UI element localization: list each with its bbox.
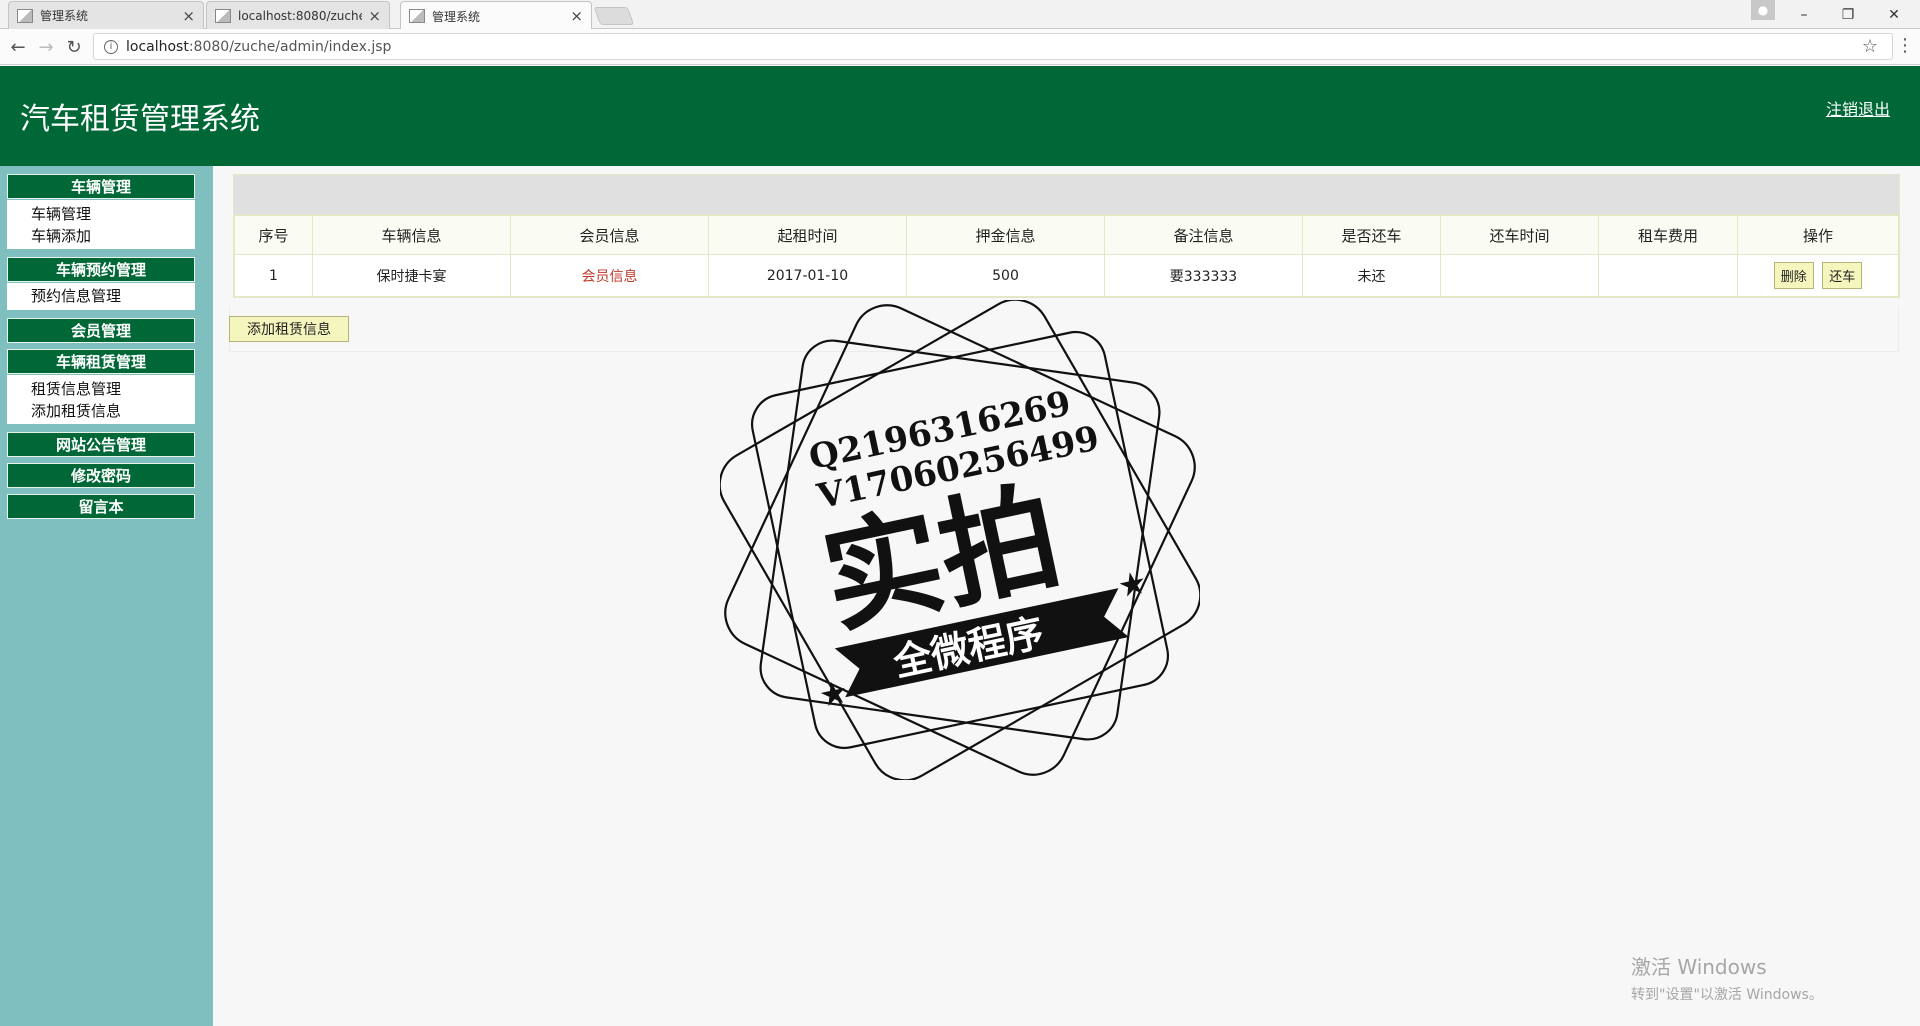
- cell-car: 保时捷卡宴: [312, 254, 511, 297]
- sidebar-section-rental[interactable]: 车辆租赁管理: [7, 349, 195, 374]
- rental-table: 序号 车辆信息 会员信息 起租时间 押金信息 备注信息 是否还车 还车时间 租车…: [234, 215, 1899, 297]
- page-icon: [215, 8, 231, 23]
- sidebar-item-rental-add[interactable]: 添加租赁信息: [7, 400, 195, 422]
- rental-table-panel: 序号 车辆信息 会员信息 起租时间 押金信息 备注信息 是否还车 还车时间 租车…: [233, 174, 1900, 298]
- column-header: 序号: [234, 215, 313, 255]
- column-header: 租车费用: [1598, 215, 1738, 255]
- browser-menu-icon[interactable]: ⋮: [1896, 35, 1914, 56]
- app-title: 汽车租赁管理系统: [20, 102, 260, 137]
- column-header: 起租时间: [708, 215, 907, 255]
- column-header: 操作: [1737, 215, 1899, 255]
- page-icon: [409, 9, 425, 23]
- browser-tab-2[interactable]: localhost:8080/zuche/ ×: [206, 1, 390, 29]
- sidebar-section-password[interactable]: 修改密码: [7, 463, 195, 488]
- table-title-bar: [234, 175, 1899, 215]
- member-info-link[interactable]: 会员信息: [582, 269, 638, 285]
- url-input[interactable]: i localhost :8080/zuche/admin/index.jsp …: [93, 33, 1893, 60]
- sidebar-section-reservation[interactable]: 车辆预约管理: [7, 257, 195, 282]
- bookmark-star-icon[interactable]: ☆: [1862, 36, 1878, 57]
- sidebar-section-body: 预约信息管理: [7, 283, 195, 310]
- app-header: 汽车租赁管理系统 注销退出: [0, 66, 1920, 166]
- cell-fee: [1598, 254, 1738, 297]
- page-icon: [17, 8, 33, 23]
- sidebar-item-rental-manage[interactable]: 租赁信息管理: [7, 378, 195, 400]
- table-header-row: 序号 车辆信息 会员信息 起租时间 押金信息 备注信息 是否还车 还车时间 租车…: [234, 215, 1899, 255]
- sidebar-section-body: 租赁信息管理 添加租赁信息: [7, 375, 195, 424]
- windows-activation-watermark: 激活 Windows 转到"设置"以激活 Windows。: [1631, 951, 1823, 1004]
- cell-remark: 要333333: [1104, 254, 1303, 297]
- sidebar-item-vehicle-manage[interactable]: 车辆管理: [7, 203, 195, 225]
- watermark-line-2: 转到"设置"以激活 Windows。: [1631, 987, 1823, 1003]
- restore-icon[interactable]: ❐: [1826, 0, 1870, 29]
- column-header: 车辆信息: [312, 215, 511, 255]
- sidebar-section-members[interactable]: 会员管理: [7, 318, 195, 343]
- address-bar-row: ← → ↻ i localhost :8080/zuche/admin/inde…: [0, 29, 1920, 65]
- cell-return-time: [1440, 254, 1599, 297]
- cell-member: 会员信息: [510, 254, 709, 297]
- cell-start-time: 2017-01-10: [708, 254, 907, 297]
- cell-index: 1: [234, 254, 313, 297]
- table-row: 1 保时捷卡宴 会员信息 2017-01-10 500 要333333 未还 删…: [234, 254, 1899, 297]
- user-profile-icon[interactable]: ●: [1751, 0, 1775, 20]
- add-rental-button[interactable]: 添加租赁信息: [229, 316, 349, 342]
- tab-close-icon[interactable]: ×: [570, 7, 583, 25]
- tab-close-icon[interactable]: ×: [368, 7, 381, 25]
- cell-returned: 未还: [1302, 254, 1441, 297]
- browser-tab-bar: 管理系统 × localhost:8080/zuche/ × 管理系统 × ● …: [0, 0, 1920, 30]
- watermark-line-1: 激活 Windows: [1631, 955, 1767, 979]
- tab-label: 管理系统: [432, 9, 481, 24]
- minimize-icon[interactable]: –: [1782, 0, 1826, 29]
- sidebar-item-vehicle-add[interactable]: 车辆添加: [7, 225, 195, 247]
- browser-tab-1[interactable]: 管理系统 ×: [8, 1, 204, 29]
- tab-label: localhost:8080/zuche/: [238, 8, 363, 23]
- column-header: 备注信息: [1104, 215, 1303, 255]
- star-icon: ★: [1114, 563, 1150, 606]
- column-header: 会员信息: [510, 215, 709, 255]
- sidebar-section-vehicles[interactable]: 车辆管理: [7, 174, 195, 199]
- tab-close-icon[interactable]: ×: [182, 7, 195, 25]
- browser-tab-3[interactable]: 管理系统 ×: [400, 1, 592, 30]
- sidebar: 车辆管理 车辆管理 车辆添加 车辆预约管理 预约信息管理 会员管理 车辆租赁管理…: [0, 166, 213, 1026]
- return-car-button[interactable]: 还车: [1822, 262, 1863, 289]
- column-header: 押金信息: [906, 215, 1105, 255]
- window-close-icon[interactable]: ✕: [1872, 0, 1916, 29]
- column-header: 还车时间: [1440, 215, 1599, 255]
- forward-icon[interactable]: →: [34, 35, 58, 59]
- delete-button[interactable]: 删除: [1773, 262, 1814, 289]
- sidebar-section-guestbook[interactable]: 留言本: [7, 494, 195, 519]
- back-icon[interactable]: ←: [6, 35, 30, 59]
- sidebar-section-body: 车辆管理 车辆添加: [7, 200, 195, 249]
- star-icon: ★: [816, 672, 852, 715]
- tab-label: 管理系统: [40, 9, 89, 23]
- cell-actions: 删除 还车: [1737, 254, 1899, 297]
- sidebar-item-reservation-manage[interactable]: 预约信息管理: [7, 285, 195, 307]
- reload-icon[interactable]: ↻: [62, 35, 86, 59]
- url-host: localhost: [126, 38, 189, 55]
- stamp-watermark: Q2196316269 V17060256499 实拍 全微程序 ★ ★: [720, 300, 1200, 780]
- info-icon[interactable]: i: [104, 39, 118, 54]
- column-header: 是否还车: [1302, 215, 1441, 255]
- cell-deposit: 500: [906, 254, 1105, 297]
- new-tab-button[interactable]: [593, 7, 635, 25]
- url-path: :8080/zuche/admin/index.jsp: [188, 38, 392, 55]
- logout-link[interactable]: 注销退出: [1826, 96, 1890, 120]
- sidebar-section-announcements[interactable]: 网站公告管理: [7, 432, 195, 457]
